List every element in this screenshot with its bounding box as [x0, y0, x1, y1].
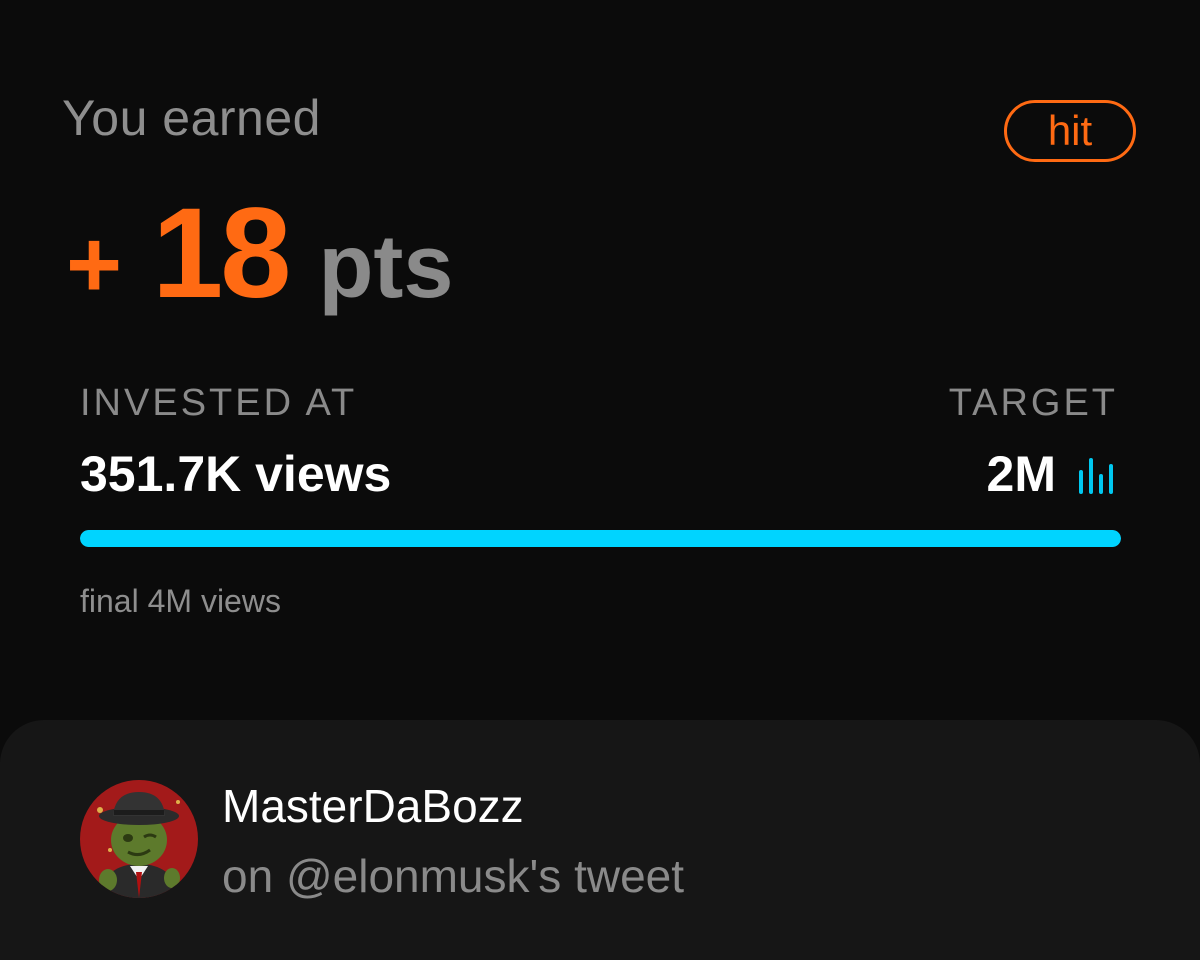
progress-bar [80, 530, 1121, 547]
points-sign: + [66, 211, 123, 318]
bar-chart-icon[interactable] [1078, 454, 1114, 494]
avatar[interactable] [80, 780, 198, 898]
target-group: 2M [987, 444, 1114, 504]
user-name[interactable]: MasterDaBozz [222, 778, 524, 834]
points-unit: pts [318, 217, 454, 317]
progress-fill [80, 530, 1121, 547]
result-screen: You earned hit + 18 pts INVESTED AT TARG… [0, 0, 1200, 960]
target-value: 2M [986, 446, 1056, 502]
post-subtitle: on @elonmusk's tweet [222, 850, 685, 902]
target-label: TARGET [948, 382, 1118, 424]
final-views-text: final 4M views [80, 583, 281, 619]
status-badge: hit [1004, 100, 1136, 162]
avatar-image [80, 780, 198, 898]
status-badge-label: hit [1047, 107, 1093, 154]
earned-label: You earned [62, 90, 321, 146]
invested-at-value: 351.7K views [80, 446, 392, 502]
invested-at-label: INVESTED AT [80, 382, 358, 424]
points-value: 18 [152, 182, 291, 325]
points-earned: + 18 pts [66, 180, 454, 325]
